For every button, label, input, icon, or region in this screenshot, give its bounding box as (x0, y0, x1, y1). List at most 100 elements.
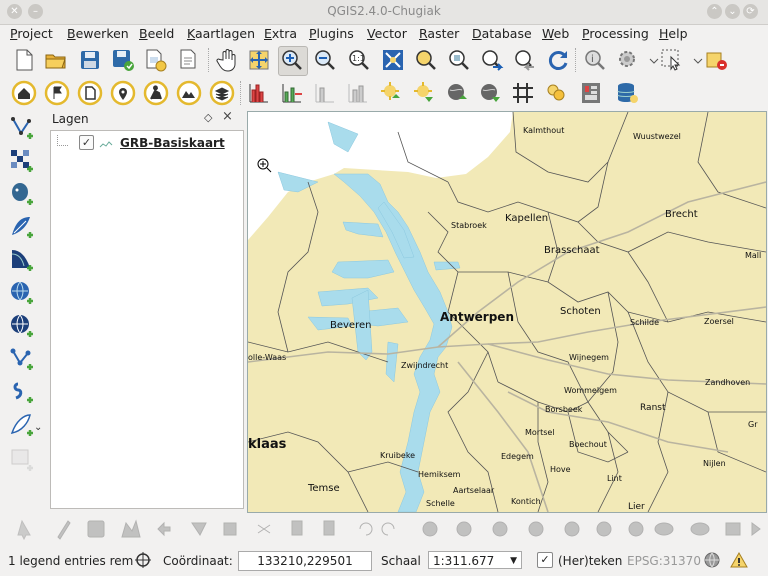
pan-icon[interactable] (214, 47, 240, 73)
menu-beeld[interactable]: Beeld (139, 26, 174, 41)
manage-layers-toolbar: ⌄ (0, 112, 44, 512)
layer-item[interactable]: ✓ GRB-Basiskaart (57, 135, 237, 153)
globe-pin-down-icon[interactable] (477, 80, 503, 106)
histogram-stretch-icon[interactable] (312, 80, 338, 106)
new-print-composer-icon[interactable] (142, 47, 168, 73)
menu-vector[interactable]: Vector (367, 26, 407, 41)
zoom-out-icon[interactable] (312, 47, 338, 73)
add-mssql-icon[interactable] (8, 246, 36, 274)
map-label: klaas (248, 437, 287, 452)
new-layer-icon[interactable] (8, 411, 36, 439)
select-icon[interactable] (659, 47, 685, 73)
raster-calculator-icon[interactable] (578, 80, 604, 106)
status-bar: 1 legend entries removed. Coördinaat: 13… (0, 547, 768, 576)
zoom-in-icon[interactable] (278, 46, 308, 76)
bookmark-flag-icon[interactable] (44, 80, 70, 106)
close-panel-button[interactable]: × (222, 109, 233, 124)
scale-label: Schaal (381, 554, 421, 568)
save-as-icon[interactable] (110, 47, 136, 73)
minimize-right-icon[interactable]: ⌄ (725, 4, 740, 19)
map-label: Mortsel (525, 428, 555, 437)
identify-icon[interactable]: i (582, 47, 608, 73)
float-panel-button[interactable]: ◇ (204, 111, 212, 124)
add-wms-icon[interactable] (8, 279, 36, 307)
scale-combobox[interactable]: 1:311.677 ▼ (428, 551, 522, 569)
coordinate-field[interactable]: 133210,229501 (238, 551, 372, 571)
action-icon[interactable] (615, 47, 641, 73)
map-canvas[interactable]: Kalmthout Wuustwezel Stabroek Kapellen B… (247, 111, 767, 513)
grid-icon[interactable] (510, 80, 536, 106)
histogram-icon[interactable] (246, 80, 272, 106)
action-dropdown-icon[interactable] (641, 47, 659, 73)
layers-panel: Lagen ◇ × ✓ GRB-Basiskaart (50, 109, 244, 510)
add-vector-icon[interactable] (8, 114, 36, 142)
new-layer-dropdown-icon[interactable]: ⌄ (34, 422, 42, 433)
menu-web[interactable]: Web (542, 26, 569, 41)
map-label: Mall (745, 251, 762, 260)
refresh-icon[interactable] (545, 47, 571, 73)
zoom-to-layer-icon[interactable] (446, 47, 472, 73)
save-project-icon[interactable] (77, 47, 103, 73)
histogram-adjust-icon[interactable] (345, 80, 371, 106)
map-label: Zwijndrecht (401, 361, 449, 370)
map-label: Lier (628, 502, 645, 512)
menu-help[interactable]: Help (659, 26, 688, 41)
menu-raster[interactable]: Raster (419, 26, 459, 41)
globe-pin-icon[interactable] (444, 80, 470, 106)
menu-plugins[interactable]: Plugins (309, 26, 354, 41)
menu-processing[interactable]: Processing (582, 26, 649, 41)
raster-pin-down-icon[interactable] (411, 80, 437, 106)
menu-database[interactable]: Database (472, 26, 532, 41)
crs-globe-icon[interactable] (703, 551, 721, 572)
add-wfs-icon[interactable] (8, 345, 36, 373)
layers-stack-icon[interactable] (209, 80, 235, 106)
layer-name: GRB-Basiskaart (120, 136, 225, 150)
messages-warning-icon[interactable] (730, 551, 748, 572)
add-postgis-icon[interactable] (8, 180, 36, 208)
menu-project[interactable]: Project (10, 26, 53, 41)
zoom-last-icon[interactable] (479, 47, 505, 73)
menu-kaartlagen[interactable]: Kaartlagen (187, 26, 255, 41)
digitizing-toolbar (0, 513, 768, 545)
map-label: Borsbeek (545, 405, 583, 414)
add-annotation-icon[interactable] (8, 446, 36, 474)
add-wcs-icon[interactable] (8, 312, 36, 340)
location-pin-icon[interactable] (110, 80, 136, 106)
maximize-icon[interactable]: ⟳ (743, 4, 758, 19)
home-icon[interactable] (11, 80, 37, 106)
new-project-icon[interactable] (11, 47, 37, 73)
map-label: Wijnegem (569, 353, 609, 362)
crs-status[interactable]: EPSG:31370 (627, 554, 701, 568)
open-project-icon[interactable] (43, 47, 69, 73)
map-label: Kruibeke (380, 451, 416, 460)
map-label: Schilde (630, 318, 659, 327)
restore-icon[interactable]: ⌃ (707, 4, 722, 19)
coins-icon[interactable] (543, 80, 569, 106)
map-label: Zoersel (704, 317, 734, 326)
menu-bewerken[interactable]: Bewerken (67, 26, 129, 41)
map-label: Schoten (560, 306, 601, 317)
menu-extra[interactable]: Extra (264, 26, 297, 41)
hiker-icon[interactable] (143, 80, 169, 106)
zoom-full-icon[interactable] (380, 47, 406, 73)
database-icon[interactable] (614, 80, 640, 106)
layer-visibility-checkbox[interactable]: ✓ (79, 135, 94, 150)
add-delimited-text-icon[interactable] (8, 378, 36, 406)
layers-panel-header: Lagen ◇ × (50, 109, 244, 128)
render-checkbox[interactable]: ✓ (537, 552, 553, 568)
composer-manager-icon[interactable] (176, 47, 202, 73)
pan-to-selection-icon[interactable] (246, 47, 272, 73)
coordinate-capture-icon[interactable] (134, 551, 152, 572)
zoom-actual-size-icon[interactable]: 1:1 (346, 47, 372, 73)
zoom-next-icon[interactable] (512, 47, 538, 73)
mountain-icon[interactable] (176, 80, 202, 106)
histogram-arrow-icon[interactable] (279, 80, 305, 106)
map-label: Gr (748, 420, 758, 429)
document-icon[interactable] (77, 80, 103, 106)
deselect-icon[interactable] (703, 47, 729, 73)
zoom-to-selection-icon[interactable] (413, 47, 439, 73)
add-raster-icon[interactable] (8, 147, 36, 175)
select-dropdown-icon[interactable] (685, 47, 703, 73)
add-spatialite-icon[interactable] (8, 213, 36, 241)
raster-pin-icon[interactable] (378, 80, 404, 106)
